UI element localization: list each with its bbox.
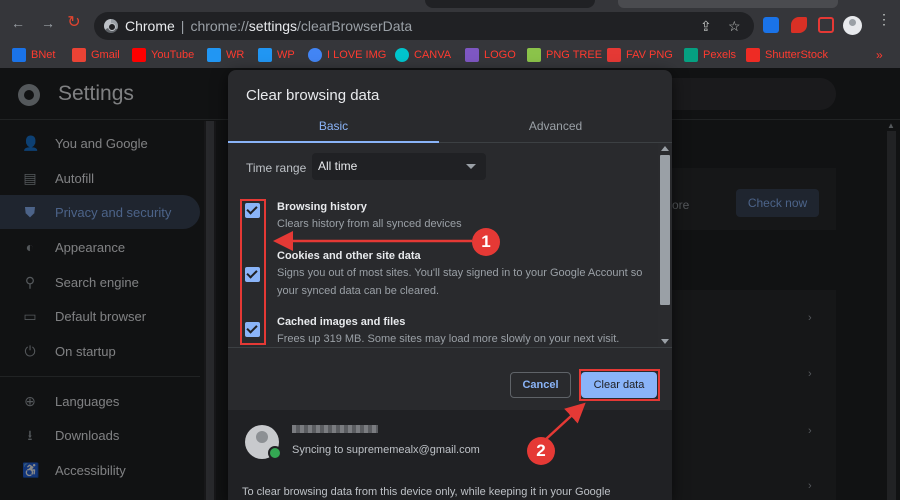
clear-data-highlight-box	[579, 369, 660, 401]
time-range-select[interactable]: All time	[312, 153, 486, 180]
bookmark-favpng[interactable]: FAV PNG	[607, 48, 673, 62]
bookmark-icon	[746, 48, 760, 62]
scroll-down-icon[interactable]	[661, 339, 669, 344]
clear-note-text: To clear browsing data from this device …	[242, 486, 611, 498]
bookmark-icon	[207, 48, 221, 62]
scroll-up-icon[interactable]	[661, 146, 669, 151]
time-range-label: Time range	[246, 161, 307, 175]
chrome-icon	[104, 19, 118, 33]
bookmark-icon	[258, 48, 272, 62]
dialog-body: Time range All time Browsing history Cle…	[228, 143, 672, 347]
dialog-scrollbar[interactable]	[658, 143, 672, 347]
bookmarks-bar: BNet Gmail YouTube WR WP I LOVE IMG CANV…	[0, 40, 900, 68]
checkbox-highlight-box	[240, 199, 266, 345]
step-badge-1: 1	[472, 228, 500, 256]
canva-icon	[395, 48, 409, 62]
address-bar[interactable]: Chrome | chrome://settings/clearBrowserDat…	[94, 12, 754, 40]
tab-fragment[interactable]	[425, 0, 595, 8]
profile-avatar[interactable]	[843, 16, 862, 35]
bookmark-canva[interactable]: CANVA	[395, 48, 451, 62]
extension-arrow-icon[interactable]	[763, 17, 779, 33]
bookmark-pngtree[interactable]: PNG TREE	[527, 48, 602, 62]
tab-fragment-2[interactable]	[618, 0, 838, 8]
clear-browsing-data-dialog: Clear browsing data Basic Advanced Time …	[228, 70, 672, 500]
scrollbar-thumb[interactable]	[660, 155, 670, 305]
step-badge-2: 2	[527, 437, 555, 465]
syncing-text: Syncing to suprememealx@gmail.com	[292, 444, 480, 456]
bookmark-icon	[607, 48, 621, 62]
dialog-title: Clear browsing data	[246, 87, 380, 104]
time-range-value: All time	[318, 159, 358, 173]
bookmark-youtube[interactable]: YouTube	[132, 48, 194, 62]
bookmark-icon	[684, 48, 698, 62]
heart-icon	[308, 48, 322, 62]
bookmark-icon	[527, 48, 541, 62]
side-panel-icon[interactable]	[818, 17, 834, 33]
address-text: Chrome | chrome://settings/clearBrowserDat…	[125, 18, 413, 34]
dropdown-caret-icon	[466, 164, 476, 169]
tab-advanced[interactable]: Advanced	[450, 113, 661, 143]
dialog-divider	[228, 347, 672, 348]
back-icon[interactable]: ←	[10, 15, 26, 31]
bookmark-pexels[interactable]: Pexels	[684, 48, 736, 62]
bookmark-logo[interactable]: LOGO	[465, 48, 516, 62]
forward-icon[interactable]: →	[40, 15, 56, 31]
menu-kebab-icon[interactable]: ⋮	[877, 12, 891, 26]
sync-icon	[268, 446, 282, 460]
bookmark-icon	[12, 48, 26, 62]
bookmark-bnet[interactable]: BNet	[12, 48, 55, 62]
share-icon[interactable]: ⇪	[700, 18, 712, 35]
blurred-account-name	[292, 425, 378, 433]
bookmark-wr[interactable]: WR	[207, 48, 244, 62]
youtube-icon	[132, 48, 146, 62]
dialog-tabs: Basic Advanced	[228, 113, 672, 143]
star-icon[interactable]: ☆	[728, 18, 741, 35]
bookmark-shutterstock[interactable]: ShutterStock	[746, 48, 828, 62]
tab-basic[interactable]: Basic	[228, 113, 439, 143]
bookmark-wp[interactable]: WP	[258, 48, 295, 62]
bookmark-gmail[interactable]: Gmail	[72, 48, 120, 62]
bookmark-icon	[465, 48, 479, 62]
cancel-button[interactable]: Cancel	[510, 372, 571, 398]
bookmarks-overflow-icon[interactable]: »	[876, 48, 883, 62]
gmail-icon	[72, 48, 86, 62]
bookmark-ilovimg[interactable]: I LOVE IMG	[308, 48, 386, 62]
account-sync-section: Syncing to suprememealx@gmail.com To cle…	[228, 410, 672, 500]
puzzle-icon[interactable]	[791, 17, 807, 33]
reload-icon[interactable]: ↻	[66, 15, 82, 31]
